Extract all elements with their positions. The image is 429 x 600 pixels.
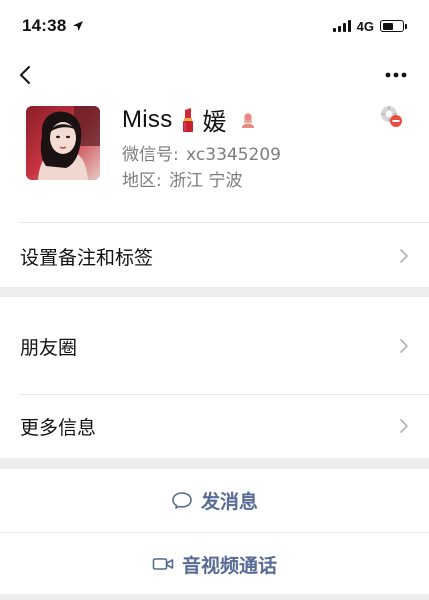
more-icon[interactable] (381, 62, 411, 88)
lipstick-emoji-icon (182, 107, 193, 132)
back-icon[interactable] (14, 62, 40, 88)
section-gap (0, 458, 429, 469)
bottom-gap (0, 594, 429, 600)
profile-name: Miss (122, 105, 173, 133)
profile-header: Miss 媛 微信号: xc3345209 地区: 浙江 宁波 (0, 96, 429, 222)
star-friend-icon[interactable] (379, 104, 403, 128)
battery-fill (382, 22, 393, 30)
region-value: 浙江 宁波 (169, 171, 243, 191)
divider (20, 222, 429, 223)
chat-bubble-icon (172, 492, 192, 509)
section-gap (0, 287, 429, 297)
profile-name-suffix: 媛 (202, 109, 227, 136)
wechat-id-line: 微信号: xc3345209 (122, 140, 281, 165)
wechat-id-value: xc3345209 (186, 145, 281, 165)
video-camera-icon (152, 558, 174, 570)
row-label: 设置备注和标签 (20, 246, 154, 269)
row-label: 朋友圈 (20, 336, 78, 359)
send-message-label: 发消息 (200, 490, 258, 513)
status-bar: 14:38 4G (0, 0, 429, 52)
network-type: 4G (356, 18, 374, 34)
row-more-info[interactable]: 更多信息 (0, 394, 429, 458)
video-call-button[interactable]: 音视频通话 (0, 534, 429, 594)
send-message-button[interactable]: 发消息 (0, 470, 429, 530)
wechat-id-label: 微信号: (122, 145, 179, 165)
region-line: 地区: 浙江 宁波 (122, 166, 243, 191)
divider (0, 532, 429, 533)
profile-name-row: Miss 媛 (122, 102, 257, 137)
avatar-photo (26, 106, 100, 180)
row-moments[interactable]: 朋友圈 (0, 314, 429, 378)
chevron-right-icon (400, 339, 408, 353)
signal-icon (332, 20, 351, 32)
chevron-right-icon (400, 249, 408, 263)
row-label: 更多信息 (20, 416, 97, 439)
video-call-label: 音视频通话 (181, 554, 277, 577)
status-right: 4G (332, 18, 407, 34)
avatar[interactable] (26, 106, 100, 180)
location-arrow-icon (73, 21, 84, 31)
status-left: 14:38 (22, 16, 84, 36)
battery-icon (380, 20, 407, 32)
nav-bar (0, 56, 429, 96)
chevron-right-icon (400, 419, 408, 433)
region-label: 地区: (122, 171, 162, 191)
status-time: 14:38 (22, 16, 67, 35)
female-icon (241, 112, 254, 128)
row-set-remarks-tags[interactable]: 设置备注和标签 (0, 224, 429, 288)
